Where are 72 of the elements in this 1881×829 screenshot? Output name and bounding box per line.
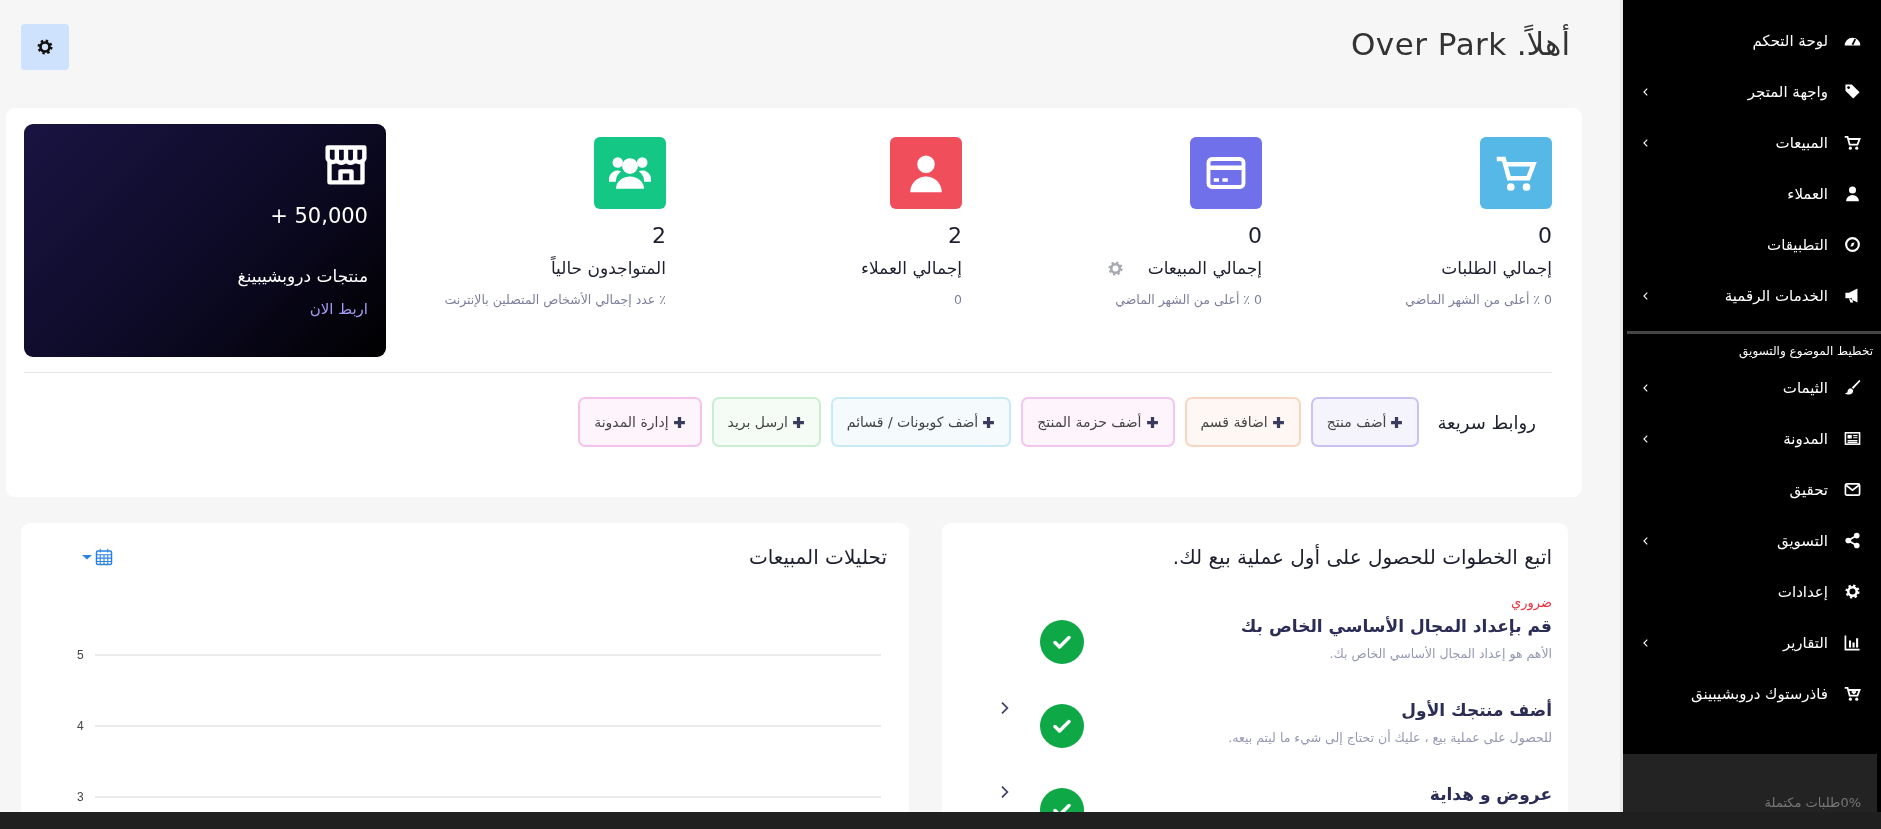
stat-label: إجمالي العملاء (860, 258, 962, 278)
step-title: قم بإعداد المجال الأساسي الخاص بك (1239, 616, 1552, 636)
step-description: الأهم هو إعداد المجال الأساسي الخاص بك. (1328, 646, 1552, 661)
page-title: أهلاً. Over Park (1350, 26, 1570, 62)
plus-icon (791, 415, 805, 429)
stat-value: 0 (1248, 223, 1262, 248)
newspaper-icon (1844, 430, 1861, 447)
progress-percent: 0% (1840, 795, 1861, 810)
step-title: أضف منتجك الأول (1400, 700, 1552, 720)
sidebar-item[interactable]: لوحة التحكم (1623, 15, 1881, 66)
section-label: تخطيط الموضوع والتسويق (1738, 343, 1874, 361)
share-icon (1844, 532, 1861, 549)
stat-label: إجمالي الطلبات (1441, 258, 1552, 278)
user-icon (1844, 185, 1861, 202)
gear-icon (1844, 583, 1861, 600)
compass-icon (1844, 236, 1861, 253)
step-description: للحصول على عملية بيع ، عليك أن تحتاج إلى شيء ما ليتم بيعه. (1227, 730, 1552, 745)
stat-note: 0 (954, 291, 962, 309)
brush-icon (1844, 379, 1861, 396)
required-label: ضروري (1510, 595, 1552, 610)
plus-icon (672, 415, 686, 429)
stat-value: 2 (948, 223, 962, 248)
bar-chart-icon (1844, 634, 1861, 651)
gear-icon (36, 38, 54, 56)
quick-link-button[interactable]: أضف حزمة المنتج (1021, 397, 1175, 447)
y-axis-tick: 3 (77, 790, 84, 804)
sidebar-item[interactable]: التقارير (1623, 617, 1881, 668)
stat-value: 0 (1538, 223, 1552, 248)
plus-icon (1271, 415, 1285, 429)
stat-note: 0 ٪ أعلى من الشهر الماضي (1405, 290, 1552, 310)
promo-label: منتجات دروبشيبينغ (237, 266, 368, 286)
stat-note: 0 ٪ أعلى من الشهر الماضي (1115, 290, 1262, 310)
quick-link-button[interactable]: ارسل بريد (711, 397, 821, 447)
stat-label: إجمالي المبيعات (1147, 258, 1262, 278)
plus-icon (982, 415, 996, 429)
sidebar-item[interactable]: تحقيق (1623, 464, 1881, 515)
envelope-icon (1844, 481, 1861, 498)
plus-icon (1390, 415, 1404, 429)
stat-value: 2 (652, 223, 666, 248)
sidebar-item[interactable]: المبيعات (1623, 117, 1881, 168)
sidebar-item[interactable]: التطبيقات (1623, 219, 1881, 270)
sidebar-item[interactable]: واجهة المتجر (1623, 66, 1881, 117)
y-axis-tick: 4 (77, 719, 84, 733)
cart-icon (1844, 685, 1861, 702)
quick-links-title: روابط سريعة (1437, 411, 1536, 433)
sidebar-item[interactable]: التسويق (1623, 515, 1881, 566)
tag-icon (1844, 83, 1861, 100)
store-icon (324, 142, 368, 186)
sidebar-item[interactable]: الثيمات (1623, 362, 1881, 413)
step-title: عروض و هداية (1428, 784, 1552, 804)
progress-label: طلبات مكتملة (1764, 795, 1841, 810)
stat-label: المتواجدون حالياً (550, 258, 666, 278)
calendar-icon (95, 548, 113, 566)
cart-icon (1844, 134, 1861, 151)
connect-link[interactable]: اربط الان (309, 300, 368, 318)
quick-link-button[interactable]: إدارة المدونة (578, 397, 702, 447)
sidebar-item[interactable]: الخدمات الرقمية (1623, 270, 1881, 321)
card-title: اتبع الخطوات للحصول على أول عملية بيع لك. (1171, 545, 1552, 569)
sidebar-item[interactable]: المدونة (1623, 413, 1881, 464)
date-picker-button[interactable] (81, 548, 113, 566)
quick-link-button[interactable]: أضف كوبونات / قسائم (830, 397, 1012, 447)
promo-value: + 50,000 (270, 204, 368, 228)
quick-link-button[interactable]: أضف منتج (1310, 397, 1420, 447)
quick-link-button[interactable]: اضافة قسم (1184, 397, 1301, 447)
card-title: تحليلات المبيعات (748, 545, 887, 569)
sidebar-item[interactable]: فاذرستوك دروبشيبينق (1623, 668, 1881, 719)
sidebar-item[interactable]: العملاء (1623, 168, 1881, 219)
settings-button[interactable] (21, 24, 69, 70)
sidebar-item[interactable]: إعدادات (1623, 566, 1881, 617)
stat-note: ٪ عدد إجمالي الأشخاص المتصلين بالإنترنت (444, 291, 666, 310)
y-axis-tick: 5 (77, 648, 84, 662)
plus-icon (1145, 415, 1159, 429)
